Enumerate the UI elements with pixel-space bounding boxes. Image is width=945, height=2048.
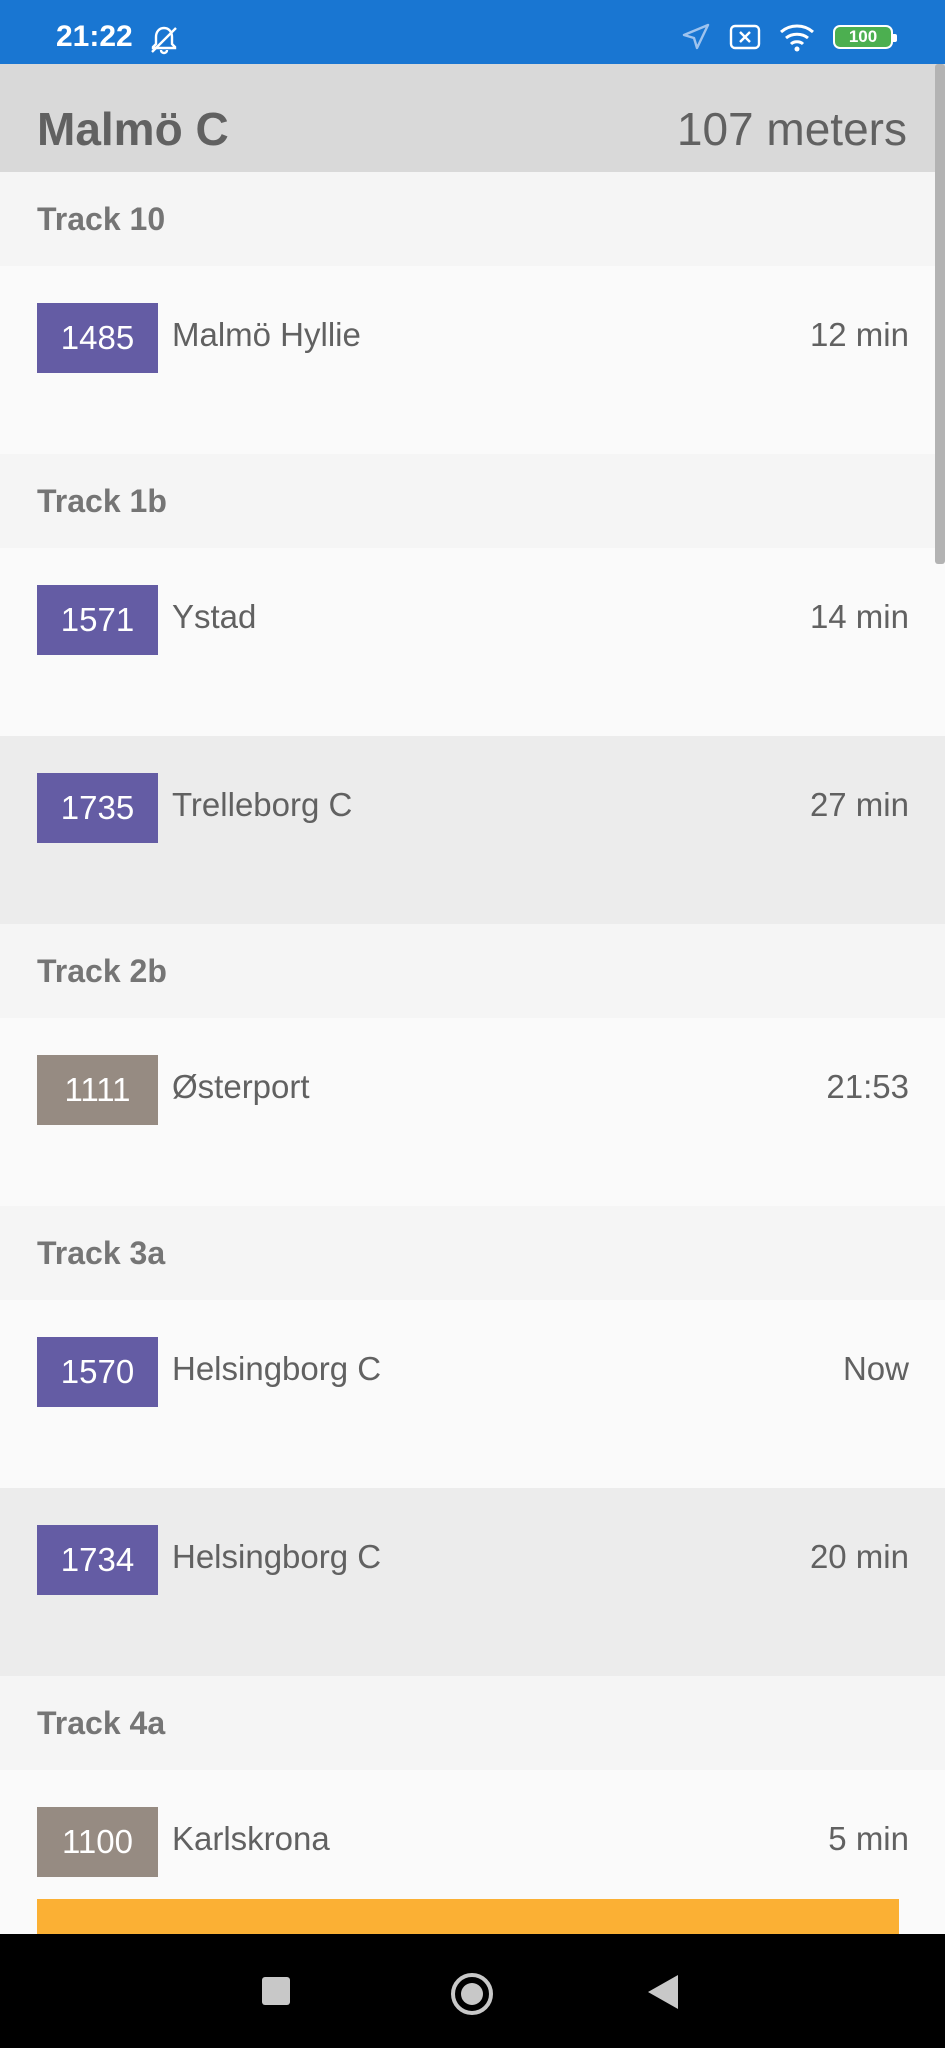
destination: Karlskrona bbox=[172, 1820, 330, 1857]
destination: Østerport bbox=[172, 1068, 310, 1105]
destination: Helsingborg C bbox=[172, 1350, 382, 1387]
recent-apps-icon[interactable] bbox=[262, 1977, 290, 2005]
departure-time: 27 min bbox=[809, 786, 909, 823]
departure-row[interactable]: 1571 Ystad 14 min bbox=[0, 548, 945, 736]
destination: Trelleborg C bbox=[172, 786, 353, 823]
track-header: Track 10 bbox=[0, 172, 945, 266]
track-header: Track 1b bbox=[0, 454, 945, 548]
location-arrow-icon bbox=[682, 23, 710, 50]
track-label: Track 3a bbox=[37, 1234, 166, 1271]
status-icons: 100 bbox=[681, 22, 897, 52]
line-badge: 1734 bbox=[37, 1525, 158, 1595]
status-time: 21:22 bbox=[56, 20, 133, 53]
station-name: Malmö C bbox=[37, 103, 229, 155]
destination: Helsingborg C bbox=[172, 1538, 382, 1575]
departure-row[interactable]: 1735 Trelleborg C 27 min bbox=[0, 736, 945, 924]
track-label: Track 2b bbox=[37, 952, 167, 989]
line-badge: 1111 bbox=[37, 1055, 158, 1125]
departure-row[interactable]: 1111 Østerport 21:53 bbox=[0, 1018, 945, 1206]
departure-time: 21:53 bbox=[826, 1068, 909, 1105]
alert-banner[interactable] bbox=[37, 1899, 899, 1935]
navigation-bar bbox=[0, 1934, 945, 2048]
line-badge: 1100 bbox=[37, 1807, 158, 1877]
status-bar: 21:22 100 bbox=[0, 0, 945, 64]
sim-off-icon bbox=[729, 24, 761, 50]
track-header: Track 3a bbox=[0, 1206, 945, 1300]
track-header: Track 4a bbox=[0, 1676, 945, 1770]
departure-time: 14 min bbox=[809, 598, 909, 635]
line-badge: 1570 bbox=[37, 1337, 158, 1407]
departure-time: 20 min bbox=[809, 1538, 909, 1575]
track-label: Track 1b bbox=[37, 482, 167, 519]
departure-list[interactable]: Track 10 1485 Malmö Hyllie 12 min Track … bbox=[0, 172, 945, 1934]
back-icon[interactable] bbox=[648, 1975, 678, 2009]
wifi-icon bbox=[780, 24, 814, 52]
departure-row[interactable]: 1734 Helsingborg C 20 min bbox=[0, 1488, 945, 1676]
line-badge: 1485 bbox=[37, 303, 158, 373]
departure-time: 12 min bbox=[809, 316, 909, 353]
home-icon[interactable] bbox=[451, 1973, 493, 2015]
station-header: Malmö C 107 meters bbox=[0, 64, 945, 172]
departure-row[interactable]: 1485 Malmö Hyllie 12 min bbox=[0, 266, 945, 454]
track-label: Track 4a bbox=[37, 1704, 166, 1741]
station-distance: 107 meters bbox=[676, 103, 907, 155]
line-badge: 1735 bbox=[37, 773, 158, 843]
track-header: Track 2b bbox=[0, 924, 945, 1018]
departure-row[interactable]: 1570 Helsingborg C Now bbox=[0, 1300, 945, 1488]
battery-level: 100 bbox=[848, 27, 878, 46]
destination: Malmö Hyllie bbox=[172, 316, 361, 353]
battery-icon: 100 bbox=[833, 25, 897, 49]
bell-off-icon bbox=[151, 26, 177, 55]
scrollbar[interactable] bbox=[935, 64, 945, 564]
track-label: Track 10 bbox=[37, 200, 166, 237]
line-badge: 1571 bbox=[37, 585, 158, 655]
destination: Ystad bbox=[172, 598, 257, 635]
departure-time: 5 min bbox=[828, 1820, 909, 1857]
departure-time: Now bbox=[842, 1350, 909, 1387]
